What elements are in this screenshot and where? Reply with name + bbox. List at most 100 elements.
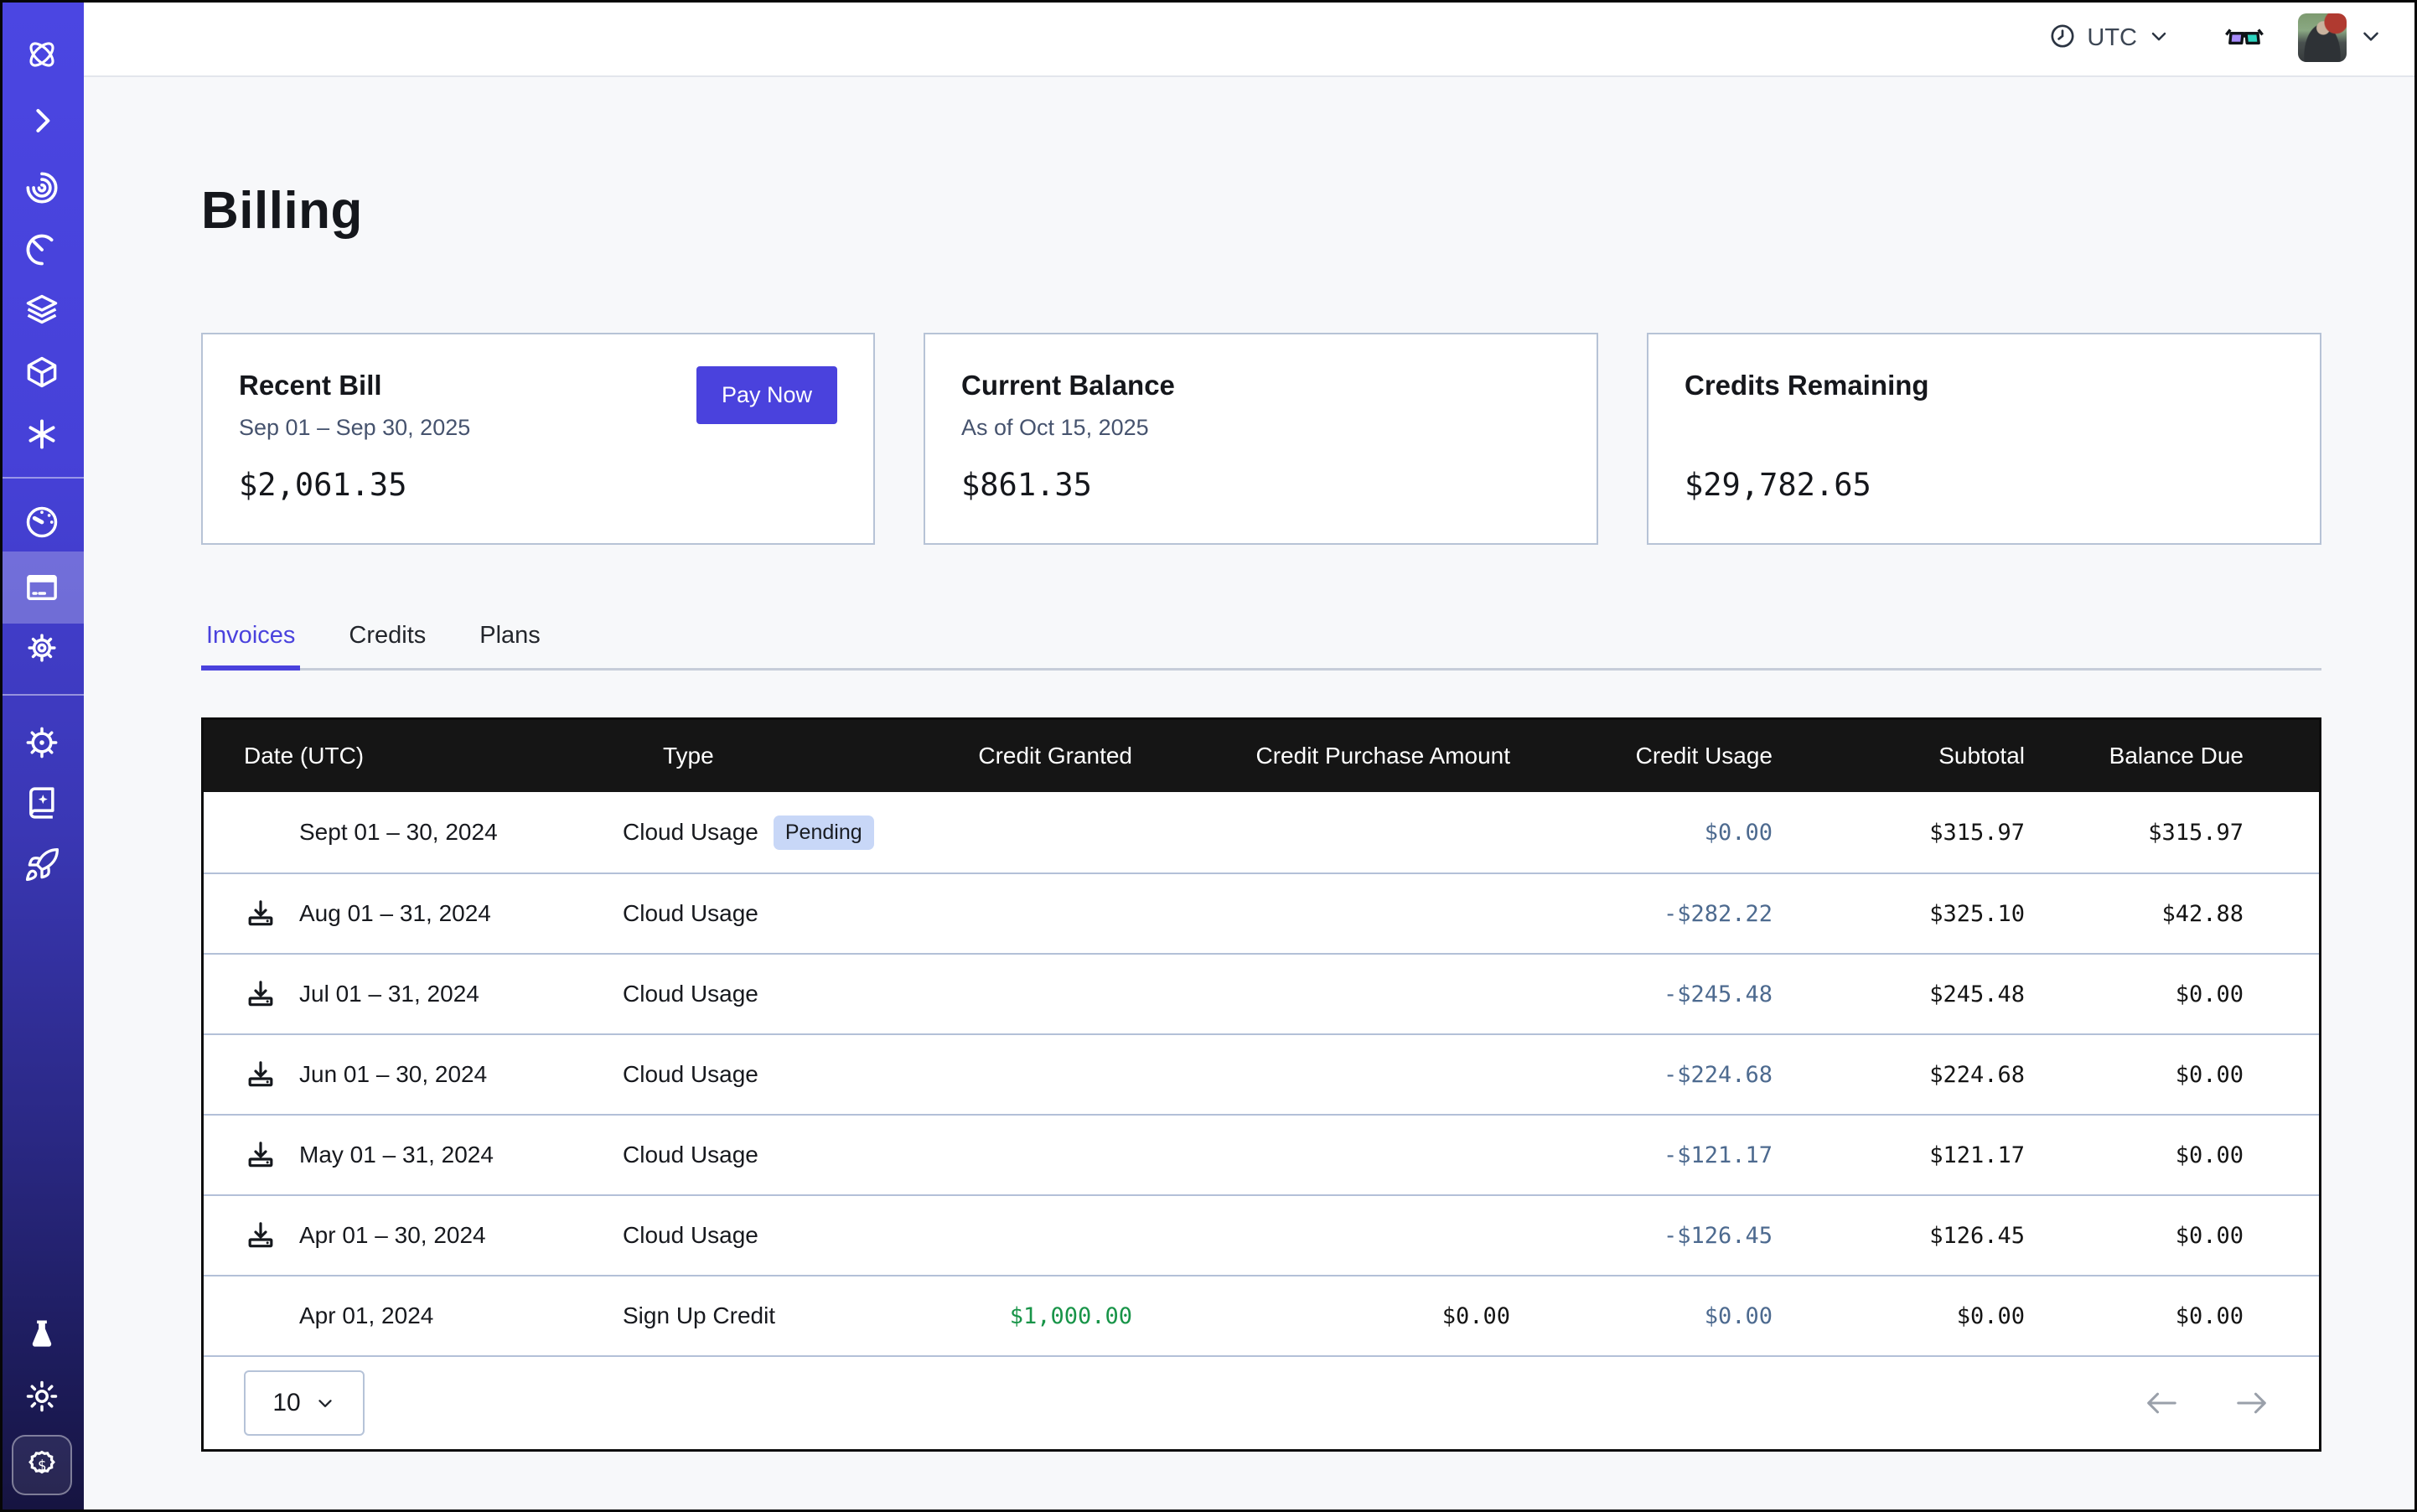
column-header: Credit Usage	[1557, 743, 1819, 769]
subtotal-value: $224.68	[1819, 1062, 2072, 1088]
download-invoice-icon[interactable]	[244, 1219, 277, 1252]
column-header: Credit Granted	[975, 743, 1179, 769]
column-header: Subtotal	[1819, 743, 2072, 769]
topbar: UTC	[84, 0, 2417, 77]
invoice-date: Apr 01 – 30, 2024	[299, 1222, 486, 1249]
pay-now-button[interactable]: Pay Now	[696, 366, 837, 424]
invoice-date: Aug 01 – 31, 2024	[299, 900, 491, 927]
asterisk-icon[interactable]	[0, 398, 84, 470]
chevron-right-icon[interactable]	[0, 85, 84, 157]
page-size-select[interactable]: 10	[244, 1370, 365, 1436]
column-header: Type	[623, 743, 975, 769]
credit-usage-value: -$245.48	[1557, 981, 1819, 1007]
credits-remaining-card: Credits Remaining $29,782.65	[1647, 333, 2321, 545]
page-size-value: 10	[272, 1389, 300, 1417]
table-row: Apr 01, 2024 Sign Up Credit $1,000.00 $0…	[204, 1275, 2319, 1355]
balance-due-value: $0.00	[2072, 1223, 2319, 1249]
table-row: Jun 01 – 30, 2024 Cloud Usage -$224.68 $…	[204, 1033, 2319, 1114]
credits-remaining-amount: $29,782.65	[1685, 467, 2284, 503]
invoice-date: Jun 01 – 30, 2024	[299, 1061, 487, 1088]
column-header: Balance Due	[2072, 743, 2319, 769]
table-row: Apr 01 – 30, 2024 Cloud Usage -$126.45 $…	[204, 1194, 2319, 1275]
orbit-logo-icon[interactable]	[0, 18, 84, 91]
credit-usage-value: $0.00	[1557, 1303, 1819, 1329]
download-invoice-icon[interactable]	[244, 1058, 277, 1091]
invoice-type: Cloud Usage	[623, 981, 758, 1007]
card-title: Current Balance	[961, 370, 1560, 401]
status-badge: Pending	[774, 816, 874, 850]
sun-icon[interactable]	[0, 1360, 84, 1432]
card-title: Credits Remaining	[1685, 370, 2284, 401]
recent-bill-amount: $2,061.35	[239, 467, 837, 503]
main-content: Billing Recent Bill Sep 01 – Sep 30, 202…	[84, 79, 2417, 1512]
invoice-type: Cloud Usage	[623, 819, 758, 846]
current-balance-card: Current Balance As of Oct 15, 2025 $861.…	[924, 333, 1598, 545]
sidebar-divider	[0, 477, 84, 479]
balance-due-value: $0.00	[2072, 981, 2319, 1007]
billing-tabs: Invoices Credits Plans	[201, 610, 2321, 671]
prev-page-button[interactable]	[2143, 1388, 2180, 1418]
tab-invoices[interactable]: Invoices	[201, 610, 300, 668]
credit-usage-value: $0.00	[1557, 820, 1819, 846]
column-header: Credit Purchase Amount	[1179, 743, 1557, 769]
current-balance-amount: $861.35	[961, 467, 1560, 503]
invoice-type: Cloud Usage	[623, 1222, 758, 1249]
balance-due-value: $0.00	[2072, 1142, 2319, 1168]
avatar[interactable]	[2298, 13, 2347, 62]
table-row: Aug 01 – 31, 2024 Cloud Usage -$282.22 $…	[204, 873, 2319, 953]
clock-icon	[2048, 22, 2077, 54]
invoice-type: Cloud Usage	[623, 1142, 758, 1168]
invoice-date: Apr 01, 2024	[299, 1302, 433, 1329]
next-page-button[interactable]	[2233, 1388, 2270, 1418]
credit-usage-value: -$282.22	[1557, 901, 1819, 927]
timezone-label: UTC	[2087, 24, 2137, 52]
subtotal-value: $121.17	[1819, 1142, 2072, 1168]
download-invoice-icon[interactable]	[244, 977, 277, 1011]
invoice-type: Sign Up Credit	[623, 1302, 775, 1329]
column-header: Date (UTC)	[204, 743, 623, 769]
rocket-icon[interactable]	[0, 829, 84, 901]
balance-due-value: $315.97	[2072, 820, 2319, 846]
table-footer: 10	[204, 1355, 2319, 1449]
recent-bill-card: Recent Bill Sep 01 – Sep 30, 2025 $2,061…	[201, 333, 875, 545]
chevron-down-icon	[2147, 24, 2171, 52]
invoice-date: Jul 01 – 31, 2024	[299, 981, 479, 1007]
sidebar-divider	[0, 694, 84, 696]
subtotal-value: $126.45	[1819, 1223, 2072, 1249]
sidebar: $	[0, 0, 84, 1512]
3d-glasses-icon[interactable]	[2223, 21, 2266, 54]
invoice-table-body: Sept 01 – 30, 2024 Cloud Usage Pending $…	[204, 792, 2319, 1355]
timezone-picker[interactable]: UTC	[2048, 22, 2171, 54]
tab-plans[interactable]: Plans	[474, 610, 546, 668]
tab-credits[interactable]: Credits	[344, 610, 431, 668]
download-invoice-icon[interactable]	[244, 1138, 277, 1172]
invoice-type: Cloud Usage	[623, 900, 758, 927]
svg-text:$: $	[38, 1458, 47, 1474]
table-row: May 01 – 31, 2024 Cloud Usage -$121.17 $…	[204, 1114, 2319, 1194]
dollar-badge-icon[interactable]: $	[12, 1435, 72, 1495]
credit-usage-value: -$224.68	[1557, 1062, 1819, 1088]
table-header-row: Date (UTC)TypeCredit GrantedCredit Purch…	[204, 720, 2319, 792]
subtotal-value: $0.00	[1819, 1303, 2072, 1329]
invoice-type: Cloud Usage	[623, 1061, 758, 1088]
table-row: Sept 01 – 30, 2024 Cloud Usage Pending $…	[204, 792, 2319, 873]
gauge-icon[interactable]	[0, 486, 84, 558]
invoices-table: Date (UTC)TypeCredit GrantedCredit Purch…	[201, 717, 2321, 1452]
summary-cards: Recent Bill Sep 01 – Sep 30, 2025 $2,061…	[201, 333, 2321, 545]
settings-gear-icon[interactable]	[0, 612, 84, 684]
invoice-date: Sept 01 – 30, 2024	[299, 819, 498, 846]
balance-due-value: $0.00	[2072, 1303, 2319, 1329]
chevron-down-icon	[2358, 23, 2383, 53]
credit-purchase-value: $0.00	[1179, 1303, 1557, 1329]
page-title: Billing	[201, 79, 2321, 241]
card-subtitle	[1685, 415, 2284, 442]
download-invoice-icon[interactable]	[244, 897, 277, 930]
subtotal-value: $245.48	[1819, 981, 2072, 1007]
table-row: Jul 01 – 31, 2024 Cloud Usage -$245.48 $…	[204, 953, 2319, 1033]
invoice-date: May 01 – 31, 2024	[299, 1142, 494, 1168]
balance-due-value: $0.00	[2072, 1062, 2319, 1088]
user-menu[interactable]	[2298, 13, 2383, 62]
card-subtitle: As of Oct 15, 2025	[961, 415, 1560, 442]
subtotal-value: $315.97	[1819, 820, 2072, 846]
chevron-down-icon	[314, 1392, 336, 1414]
